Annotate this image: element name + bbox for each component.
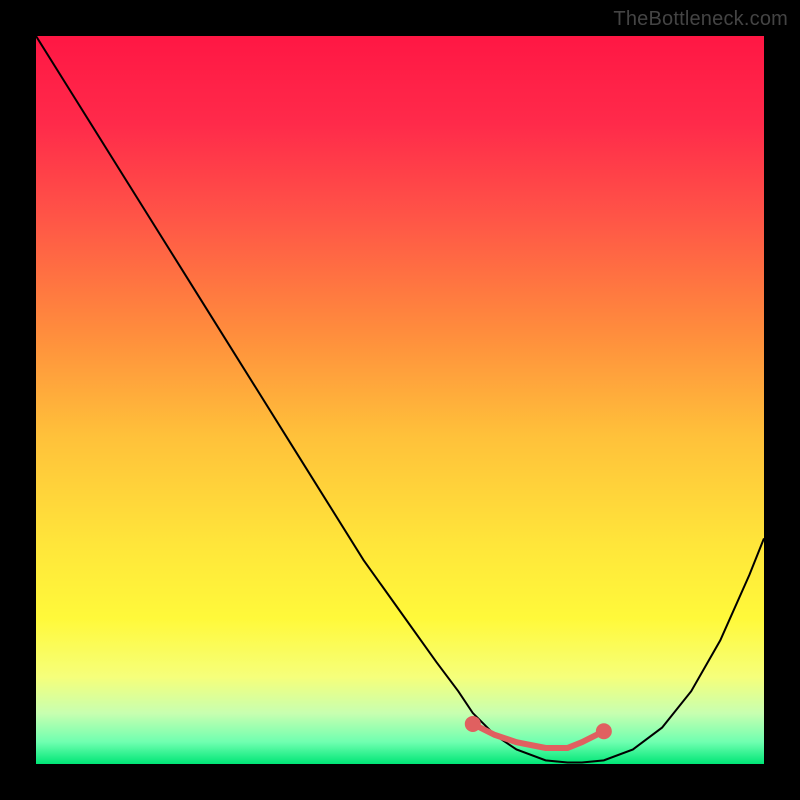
bottleneck-chart	[36, 36, 764, 764]
watermark-text: TheBottleneck.com	[613, 8, 788, 31]
chart-frame: TheBottleneck.com	[0, 0, 800, 800]
gradient-background	[36, 36, 764, 764]
